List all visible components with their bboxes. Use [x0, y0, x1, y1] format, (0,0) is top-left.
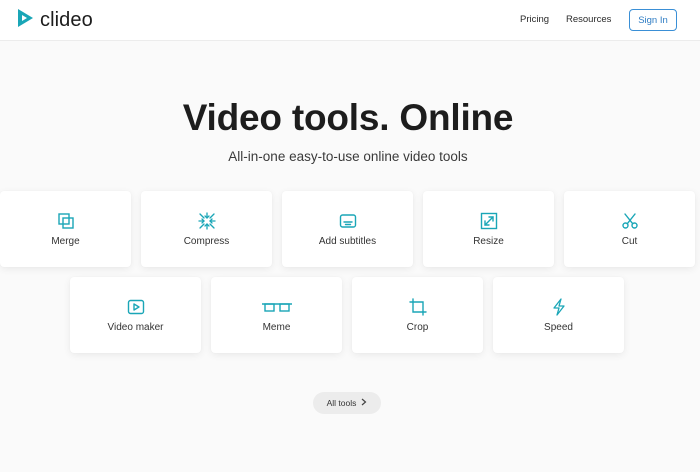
- tool-label: Cut: [621, 236, 638, 247]
- nav-pricing-link[interactable]: Pricing: [520, 14, 549, 26]
- tool-label: Add subtitles: [318, 236, 377, 247]
- sign-in-button[interactable]: Sign In: [629, 9, 677, 31]
- tool-card-compress[interactable]: Compress: [141, 191, 272, 267]
- tool-label: Speed: [544, 322, 573, 333]
- resize-icon: [423, 212, 554, 230]
- merge-icon: [0, 212, 131, 230]
- tool-label: Resize: [473, 236, 504, 247]
- all-tools-label: All tools: [326, 398, 357, 408]
- tool-card-crop[interactable]: Crop: [352, 277, 483, 353]
- tool-label: Meme: [262, 322, 291, 333]
- tool-card-video-maker[interactable]: Video maker: [70, 277, 201, 353]
- scissors-icon: [564, 212, 695, 230]
- logo[interactable]: clideo: [15, 8, 93, 33]
- tool-label: Compress: [183, 236, 230, 247]
- tool-card-speed[interactable]: Speed: [493, 277, 624, 353]
- subtitles-icon: [282, 212, 413, 230]
- tool-card-cut[interactable]: Cut: [564, 191, 695, 267]
- chevron-right-icon: [361, 398, 367, 409]
- glasses-icon: [211, 298, 342, 316]
- nav-resources-link[interactable]: Resources: [566, 14, 611, 26]
- page-title: Video tools. Online: [182, 97, 514, 138]
- tool-label: Merge: [51, 236, 80, 247]
- video-play-icon: [70, 298, 201, 316]
- tool-card-merge[interactable]: Merge: [0, 191, 131, 267]
- all-tools-button[interactable]: All tools: [313, 392, 381, 414]
- compress-icon: [141, 212, 272, 230]
- tool-label: Crop: [406, 322, 429, 333]
- tool-card-add-subtitles[interactable]: Add subtitles: [282, 191, 413, 267]
- tool-label: Video maker: [107, 322, 164, 333]
- tool-card-meme[interactable]: Meme: [211, 277, 342, 353]
- logo-text: clideo: [40, 9, 93, 31]
- play-triangle-icon: [15, 8, 35, 33]
- tool-card-resize[interactable]: Resize: [423, 191, 554, 267]
- top-header: clideo Pricing Resources Sign In: [0, 0, 700, 41]
- page-subtitle: All-in-one easy-to-use online video tool…: [228, 149, 468, 164]
- lightning-icon: [493, 298, 624, 316]
- crop-icon: [352, 298, 483, 316]
